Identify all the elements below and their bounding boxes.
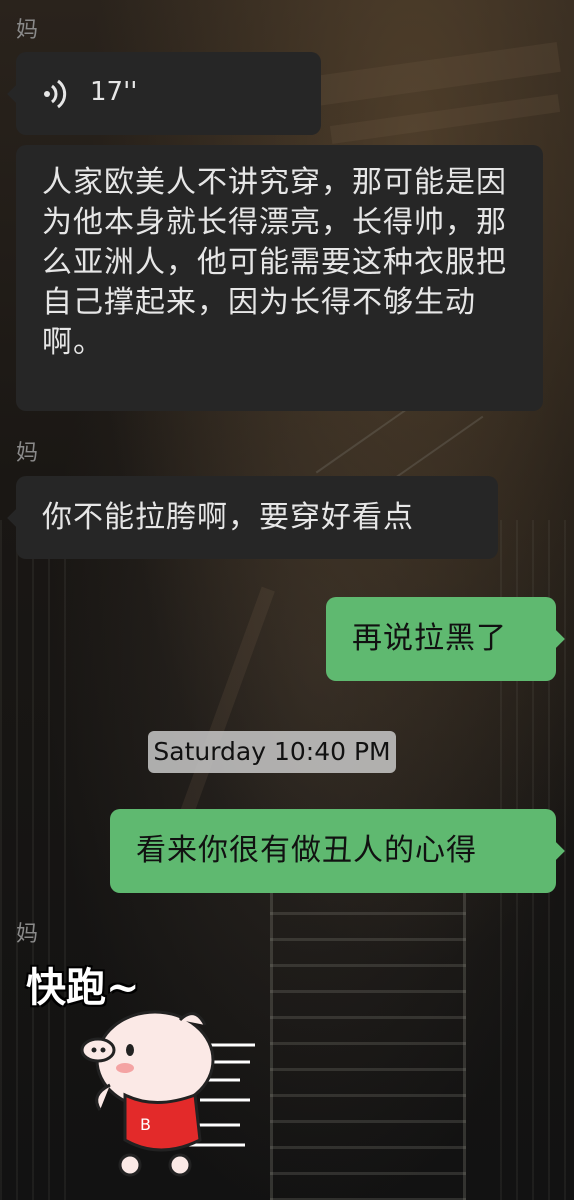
pig-icon: B [80,1010,255,1177]
outgoing-message-bubble[interactable]: 看来你很有做丑人的心得 [110,809,565,893]
timestamp: Saturday 10:40 PM [148,731,396,773]
svg-text:B: B [140,1115,151,1134]
message-text: 人家欧美人不讲究穿，那可能是因为他本身就长得漂亮，长得帅，那么亚洲人，他可能需要… [42,165,507,360]
message-text: 看来你很有做丑人的心得 [136,833,477,868]
outgoing-message-bubble[interactable]: 再说拉黑了 [326,597,565,681]
voice-wave-icon [44,79,67,109]
message-text: 再说拉黑了 [352,621,507,656]
voice-message-bubble[interactable]: 17'' [7,52,321,135]
running-pig-sticker[interactable]: 快跑~ B [20,955,260,1190]
sender-name: 妈 [16,922,39,947]
sender-name: 妈 [16,18,39,43]
message-bubble[interactable]: 人家欧美人不讲究穿，那可能是因为他本身就长得漂亮，长得帅，那么亚洲人，他可能需要… [16,145,543,411]
voice-duration: 17'' [90,77,138,107]
message-bubble[interactable]: 你不能拉胯啊，要穿好看点 [7,476,498,559]
message-text: 你不能拉胯啊，要穿好看点 [42,500,414,535]
sender-name: 妈 [16,441,39,466]
